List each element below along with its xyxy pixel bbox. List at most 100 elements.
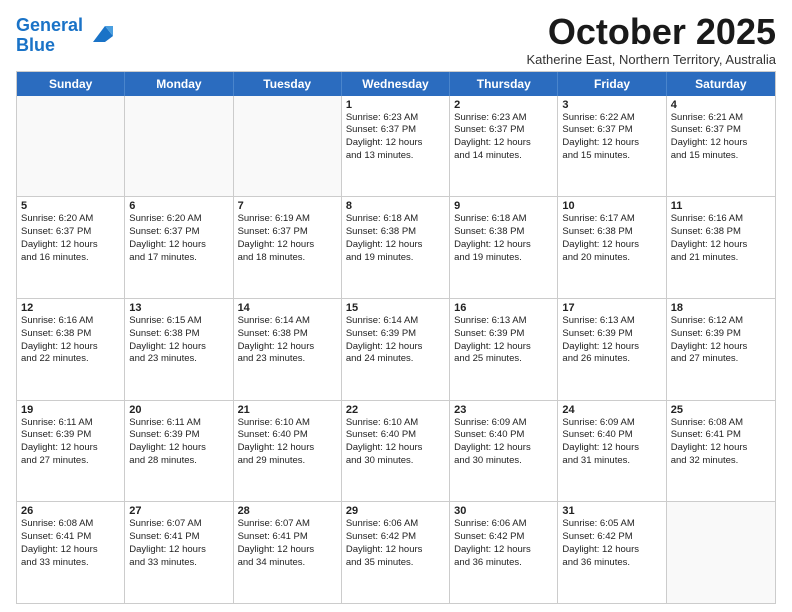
day-info-line: Sunrise: 6:09 AM — [454, 417, 553, 430]
day-info-line: Sunrise: 6:14 AM — [238, 315, 337, 328]
day-number: 31 — [562, 505, 661, 517]
calendar-cell: 24Sunrise: 6:09 AMSunset: 6:40 PMDayligh… — [558, 401, 666, 502]
day-info-line: Sunrise: 6:17 AM — [562, 213, 661, 226]
day-info-line: and 15 minutes. — [671, 150, 771, 163]
day-number: 11 — [671, 200, 771, 212]
day-info-line: Sunrise: 6:10 AM — [346, 417, 445, 430]
calendar-cell: 28Sunrise: 6:07 AMSunset: 6:41 PMDayligh… — [234, 502, 342, 603]
day-number: 18 — [671, 302, 771, 314]
day-info-line: Sunset: 6:39 PM — [129, 429, 228, 442]
day-info-line: and 16 minutes. — [21, 252, 120, 265]
calendar-cell: 2Sunrise: 6:23 AMSunset: 6:37 PMDaylight… — [450, 96, 558, 197]
calendar-cell: 6Sunrise: 6:20 AMSunset: 6:37 PMDaylight… — [125, 197, 233, 298]
day-info-line: Sunrise: 6:18 AM — [454, 213, 553, 226]
day-number: 28 — [238, 505, 337, 517]
day-number: 9 — [454, 200, 553, 212]
day-info-line: Sunrise: 6:19 AM — [238, 213, 337, 226]
day-info-line: Sunrise: 6:16 AM — [671, 213, 771, 226]
day-info-line: and 14 minutes. — [454, 150, 553, 163]
calendar-cell: 18Sunrise: 6:12 AMSunset: 6:39 PMDayligh… — [667, 299, 775, 400]
day-info-line: Sunrise: 6:12 AM — [671, 315, 771, 328]
calendar-cell: 20Sunrise: 6:11 AMSunset: 6:39 PMDayligh… — [125, 401, 233, 502]
weekday-header-friday: Friday — [558, 72, 666, 96]
logo-blue: Blue — [16, 36, 83, 56]
day-number: 15 — [346, 302, 445, 314]
day-info-line: Sunset: 6:37 PM — [346, 124, 445, 137]
day-info-line: Daylight: 12 hours — [562, 239, 661, 252]
day-info-line: Daylight: 12 hours — [21, 442, 120, 455]
day-info-line: and 23 minutes. — [238, 353, 337, 366]
day-info-line: Sunrise: 6:07 AM — [238, 518, 337, 531]
calendar-cell: 11Sunrise: 6:16 AMSunset: 6:38 PMDayligh… — [667, 197, 775, 298]
day-info-line: and 26 minutes. — [562, 353, 661, 366]
calendar-cell: 31Sunrise: 6:05 AMSunset: 6:42 PMDayligh… — [558, 502, 666, 603]
day-info-line: Sunset: 6:37 PM — [21, 226, 120, 239]
calendar-cell — [125, 96, 233, 197]
day-info-line: and 20 minutes. — [562, 252, 661, 265]
day-number: 13 — [129, 302, 228, 314]
day-info-line: Sunset: 6:41 PM — [129, 531, 228, 544]
calendar-cell: 29Sunrise: 6:06 AMSunset: 6:42 PMDayligh… — [342, 502, 450, 603]
day-number: 12 — [21, 302, 120, 314]
day-info-line: Sunrise: 6:18 AM — [346, 213, 445, 226]
day-info-line: Sunrise: 6:10 AM — [238, 417, 337, 430]
day-info-line: Sunset: 6:39 PM — [671, 328, 771, 341]
day-info-line: Daylight: 12 hours — [454, 341, 553, 354]
day-info-line: Sunset: 6:42 PM — [454, 531, 553, 544]
calendar-cell: 12Sunrise: 6:16 AMSunset: 6:38 PMDayligh… — [17, 299, 125, 400]
calendar-header: SundayMondayTuesdayWednesdayThursdayFrid… — [17, 72, 775, 96]
calendar-cell: 22Sunrise: 6:10 AMSunset: 6:40 PMDayligh… — [342, 401, 450, 502]
day-info-line: Daylight: 12 hours — [454, 239, 553, 252]
calendar-cell: 21Sunrise: 6:10 AMSunset: 6:40 PMDayligh… — [234, 401, 342, 502]
day-info-line: Sunrise: 6:08 AM — [671, 417, 771, 430]
calendar-body: 1Sunrise: 6:23 AMSunset: 6:37 PMDaylight… — [17, 96, 775, 603]
day-info-line: Daylight: 12 hours — [671, 239, 771, 252]
day-info-line: Daylight: 12 hours — [238, 544, 337, 557]
weekday-header-sunday: Sunday — [17, 72, 125, 96]
calendar-cell: 27Sunrise: 6:07 AMSunset: 6:41 PMDayligh… — [125, 502, 233, 603]
day-number: 6 — [129, 200, 228, 212]
weekday-header-thursday: Thursday — [450, 72, 558, 96]
day-info-line: Sunset: 6:37 PM — [454, 124, 553, 137]
calendar-cell: 13Sunrise: 6:15 AMSunset: 6:38 PMDayligh… — [125, 299, 233, 400]
calendar-cell: 9Sunrise: 6:18 AMSunset: 6:38 PMDaylight… — [450, 197, 558, 298]
day-info-line: Sunrise: 6:06 AM — [454, 518, 553, 531]
day-info-line: and 18 minutes. — [238, 252, 337, 265]
day-number: 7 — [238, 200, 337, 212]
day-info-line: Daylight: 12 hours — [562, 544, 661, 557]
day-info-line: and 27 minutes. — [21, 455, 120, 468]
day-info-line: Daylight: 12 hours — [346, 239, 445, 252]
day-info-line: Daylight: 12 hours — [129, 442, 228, 455]
day-info-line: Daylight: 12 hours — [346, 341, 445, 354]
day-info-line: and 17 minutes. — [129, 252, 228, 265]
header: General Blue October 2025 Katherine East… — [16, 12, 776, 67]
day-info-line: Sunset: 6:38 PM — [454, 226, 553, 239]
day-info-line: Daylight: 12 hours — [454, 544, 553, 557]
day-number: 24 — [562, 404, 661, 416]
calendar-cell: 19Sunrise: 6:11 AMSunset: 6:39 PMDayligh… — [17, 401, 125, 502]
day-info-line: and 36 minutes. — [562, 557, 661, 570]
calendar-cell — [234, 96, 342, 197]
calendar-cell: 8Sunrise: 6:18 AMSunset: 6:38 PMDaylight… — [342, 197, 450, 298]
day-number: 5 — [21, 200, 120, 212]
calendar-row-4: 19Sunrise: 6:11 AMSunset: 6:39 PMDayligh… — [17, 400, 775, 502]
day-number: 20 — [129, 404, 228, 416]
day-info-line: Sunset: 6:40 PM — [562, 429, 661, 442]
day-info-line: Daylight: 12 hours — [671, 442, 771, 455]
calendar-cell: 30Sunrise: 6:06 AMSunset: 6:42 PMDayligh… — [450, 502, 558, 603]
day-info-line: and 27 minutes. — [671, 353, 771, 366]
day-number: 10 — [562, 200, 661, 212]
day-info-line: and 25 minutes. — [454, 353, 553, 366]
day-info-line: Daylight: 12 hours — [238, 239, 337, 252]
calendar-cell: 16Sunrise: 6:13 AMSunset: 6:39 PMDayligh… — [450, 299, 558, 400]
day-info-line: Sunset: 6:38 PM — [562, 226, 661, 239]
day-number: 2 — [454, 99, 553, 111]
day-info-line: and 30 minutes. — [346, 455, 445, 468]
day-info-line: Sunset: 6:39 PM — [346, 328, 445, 341]
day-info-line: Sunset: 6:38 PM — [129, 328, 228, 341]
day-info-line: Sunset: 6:39 PM — [454, 328, 553, 341]
day-info-line: Sunrise: 6:09 AM — [562, 417, 661, 430]
day-info-line: Daylight: 12 hours — [21, 239, 120, 252]
day-info-line: and 24 minutes. — [346, 353, 445, 366]
day-info-line: Daylight: 12 hours — [346, 137, 445, 150]
